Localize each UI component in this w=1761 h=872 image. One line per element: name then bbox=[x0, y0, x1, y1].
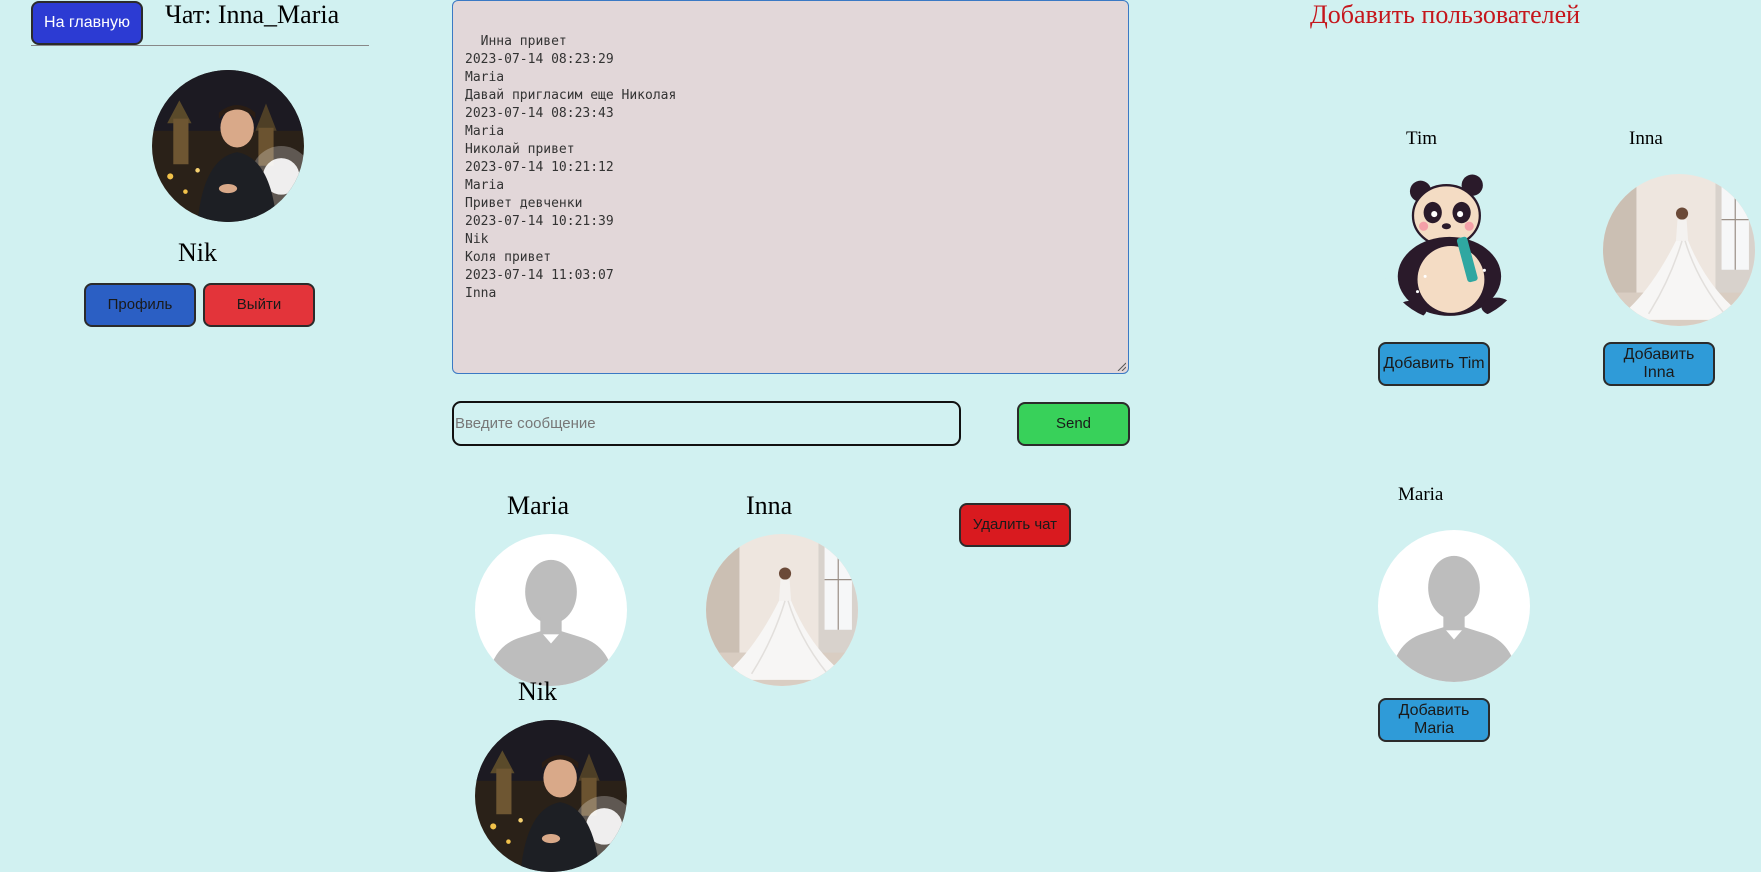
add-user-avatar-maria bbox=[1378, 530, 1530, 682]
current-user-avatar bbox=[152, 70, 304, 222]
resize-grip-icon[interactable] bbox=[1116, 361, 1126, 371]
header-divider bbox=[31, 45, 369, 46]
logout-button[interactable]: Выйти bbox=[203, 283, 315, 327]
member-avatar-nik bbox=[475, 720, 627, 872]
message-input[interactable] bbox=[452, 401, 961, 446]
member-avatar-inna bbox=[706, 534, 858, 686]
add-user-name-inna: Inna bbox=[1629, 128, 1663, 149]
add-user-name-maria: Maria bbox=[1398, 484, 1444, 505]
add-user-avatar-inna bbox=[1603, 174, 1755, 326]
add-tim-button[interactable]: Добавить Tim bbox=[1378, 342, 1490, 386]
profile-button[interactable]: Профиль bbox=[84, 283, 196, 327]
chat-log-text: Инна привет 2023-07-14 08:23:29 Maria Да… bbox=[465, 34, 677, 301]
chat-log[interactable]: Инна привет 2023-07-14 08:23:29 Maria Да… bbox=[452, 0, 1129, 374]
add-users-title: Добавить пользователей bbox=[1310, 0, 1581, 29]
chat-title: Чат: Inna_Maria bbox=[165, 0, 340, 29]
current-user-name: Nik bbox=[178, 238, 217, 267]
add-inna-button[interactable]: Добавить Inna bbox=[1603, 342, 1715, 386]
member-name-inna: Inna bbox=[746, 491, 793, 520]
add-maria-button[interactable]: Добавить Maria bbox=[1378, 698, 1490, 742]
add-user-avatar-tim bbox=[1378, 170, 1530, 322]
member-name-nik: Nik bbox=[518, 677, 557, 706]
member-name-maria: Maria bbox=[507, 491, 570, 520]
add-user-name-tim: Tim bbox=[1406, 128, 1437, 149]
home-button[interactable]: На главную bbox=[31, 1, 143, 45]
member-avatar-maria bbox=[475, 534, 627, 686]
send-button[interactable]: Send bbox=[1017, 402, 1130, 446]
delete-chat-button[interactable]: Удалить чат bbox=[959, 503, 1071, 547]
